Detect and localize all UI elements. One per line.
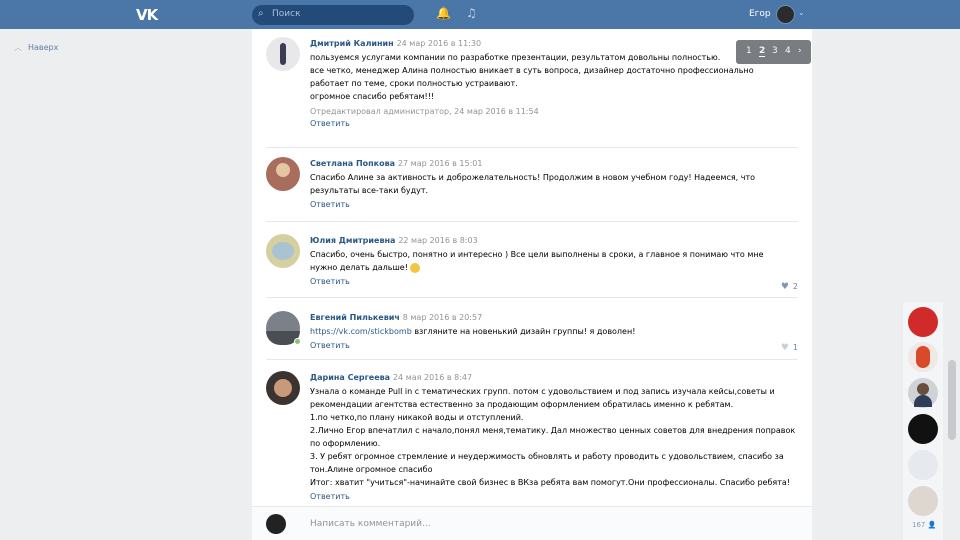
comment-input[interactable]: Написать комментарий...: [310, 519, 431, 529]
like-button[interactable]: ♥ 2: [781, 282, 798, 292]
comment-author[interactable]: Дарина Сергеева: [310, 373, 390, 382]
comment-text-line: Спасибо, очень быстро, понятно и интерес…: [310, 250, 764, 259]
comment-text-line: работает по теме, сроки полностью устраи…: [310, 79, 518, 88]
search-box[interactable]: ⌕ Поиск: [252, 5, 414, 25]
comment-text-line: рекомендации агентства естественно за пр…: [310, 400, 734, 409]
chevron-down-icon[interactable]: ⌄: [798, 8, 805, 17]
like-button[interactable]: ♥ 1: [781, 343, 798, 353]
comment-text-line: пользуемся услугами компании по разработ…: [310, 53, 721, 62]
comment-date[interactable]: 24 мая 2016 в 8:47: [393, 373, 472, 382]
friend-avatar[interactable]: [908, 307, 938, 337]
friends-count[interactable]: 167 👤: [912, 521, 936, 529]
user-avatar[interactable]: [776, 5, 795, 24]
comment-text-line: 2.Лично Егор впечатлил с начало,понял ме…: [310, 426, 796, 435]
back-to-top-label: Наверх: [28, 43, 59, 52]
comment-text-line: тон.Алине огромное спасибо: [310, 465, 433, 474]
comment-date[interactable]: 24 мар 2016 в 11:30: [397, 39, 482, 48]
friend-avatar[interactable]: [908, 414, 938, 444]
heart-icon: ♥: [780, 282, 789, 292]
page-link[interactable]: 3: [772, 46, 778, 56]
search-icon: ⌕: [258, 8, 264, 19]
bell-icon[interactable]: 🔔: [436, 6, 451, 20]
comment-author[interactable]: Дмитрий Калинин: [310, 39, 394, 48]
divider: [266, 297, 798, 298]
comment-text-line: Спасибо Алине за активность и доброжелат…: [310, 173, 756, 182]
avatar: [266, 514, 286, 534]
page-link[interactable]: 1: [746, 46, 752, 56]
avatar[interactable]: [266, 157, 300, 191]
back-to-top[interactable]: ︿ Наверх: [14, 42, 58, 53]
emoji-icon: [409, 262, 420, 273]
comment-date[interactable]: 8 мар 2016 в 20:57: [403, 313, 482, 322]
like-count: 1: [792, 343, 798, 352]
comment-text-line: 1.по четко,по плану никакой воды и отсту…: [310, 413, 524, 422]
comment-text: взгляните на новенький дизайн группы! я …: [411, 327, 636, 336]
scrollbar[interactable]: [948, 360, 956, 440]
comment-text-line: результаты все-таки будут.: [310, 186, 429, 195]
comment-text-line: по оформлению.: [310, 439, 381, 448]
vk-logo[interactable]: VK: [136, 6, 158, 24]
like-count: 2: [792, 282, 798, 291]
divider: [266, 147, 798, 148]
comment-text-line: 3. У ребят огромное стремление и неудерж…: [310, 452, 784, 461]
user-name[interactable]: Егор: [749, 9, 771, 19]
reply-link[interactable]: Ответить: [310, 200, 798, 209]
friends-count-value: 167: [912, 521, 926, 529]
pagination: 1 2 3 4 ›: [736, 40, 811, 64]
avatar[interactable]: [266, 371, 300, 405]
comment-text-line: Итог: хватит "учиться"-начинайте свой би…: [310, 478, 790, 487]
person-icon: 👤: [927, 521, 937, 529]
chevron-up-icon: ︿: [14, 43, 22, 52]
comment-link[interactable]: https://vk.com/stickbomb: [310, 327, 412, 336]
comment-date[interactable]: 27 мар 2016 в 15:01: [398, 159, 483, 168]
page-link[interactable]: 4: [785, 46, 791, 56]
heart-icon: ♥: [780, 343, 789, 353]
friends-bar: 167 👤: [903, 302, 943, 540]
avatar[interactable]: [266, 234, 300, 268]
friend-avatar[interactable]: [908, 450, 938, 480]
comment-text-line: нужно делать дальше!: [310, 263, 408, 272]
reply-link[interactable]: Ответить: [310, 277, 798, 286]
page-link-active[interactable]: 2: [759, 46, 766, 57]
friend-avatar[interactable]: [908, 486, 938, 516]
top-bar: VK ⌕ Поиск 🔔 ♫ Егор ⌄: [0, 0, 960, 29]
reply-link[interactable]: Ответить: [310, 492, 798, 501]
comment-text-line: огромное спасибо ребятам!!!: [310, 92, 435, 101]
comment-author[interactable]: Светлана Попкова: [310, 159, 395, 168]
comment-text-line: Узнала о команде Pull in с тематических …: [310, 387, 775, 396]
next-page-button[interactable]: ›: [798, 46, 802, 56]
edited-note: Отредактировал администратор, 24 мар 201…: [310, 107, 539, 116]
comments-panel: Дмитрий Калинин 24 мар 2016 в 11:30 поль…: [252, 29, 812, 540]
divider: [266, 359, 798, 360]
friend-avatar[interactable]: [908, 378, 938, 408]
music-icon[interactable]: ♫: [466, 6, 477, 20]
comment-author[interactable]: Юлия Дмитриевна: [310, 236, 395, 245]
comment-composer: Написать комментарий...: [252, 506, 812, 540]
comment-text-line: все четко, менеджер Алина полностью вник…: [310, 66, 754, 75]
comment-author[interactable]: Евгений Пилькевич: [310, 313, 400, 322]
reply-link[interactable]: Ответить: [310, 341, 798, 350]
online-indicator: [294, 338, 301, 345]
avatar[interactable]: [266, 37, 300, 71]
divider: [266, 221, 798, 222]
search-input[interactable]: Поиск: [272, 9, 301, 19]
reply-link[interactable]: Ответить: [310, 119, 798, 128]
friend-avatar[interactable]: [908, 342, 938, 372]
comment-date[interactable]: 22 мар 2016 в 8:03: [398, 236, 477, 245]
